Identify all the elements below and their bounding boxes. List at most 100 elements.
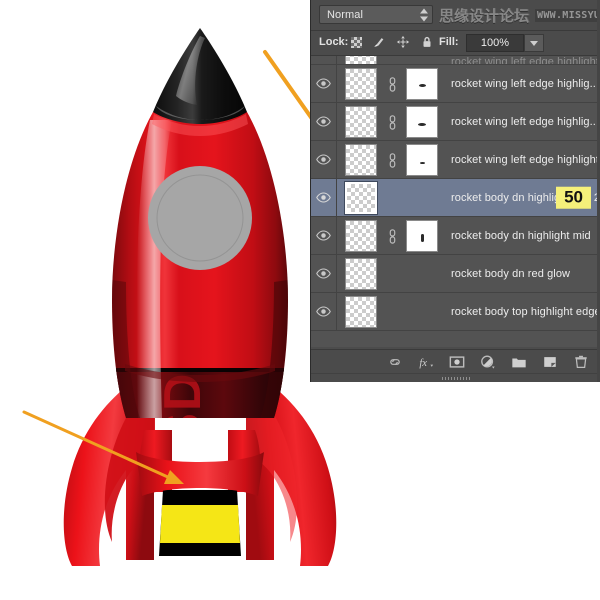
layer-visibility-toggle[interactable] xyxy=(311,103,337,140)
layer-visibility-toggle[interactable] xyxy=(311,141,337,178)
grip-dots-icon xyxy=(442,377,470,380)
delete-layer-icon[interactable] xyxy=(573,354,589,370)
layer-thumbnail-cell[interactable] xyxy=(337,255,385,292)
add-layer-mask-icon[interactable] xyxy=(449,354,465,370)
layer-row[interactable]: rocket wing left edge highlig... xyxy=(311,65,600,103)
layer-mask-cell[interactable] xyxy=(399,65,445,102)
link-mask-icon xyxy=(388,114,397,130)
layer-mask-cell[interactable] xyxy=(399,217,445,254)
watermark-url-text: WWW.MISSYUAN.COM xyxy=(535,9,600,22)
fill-dropdown-button[interactable] xyxy=(524,34,544,52)
layer-name: rocket wing left edge highlig... xyxy=(445,116,600,128)
svg-text:fx: fx xyxy=(419,358,427,369)
layer-row-selected[interactable]: rocket body dn highlight mid 2 50 xyxy=(311,179,600,217)
photoshop-screenshot: PSD xyxy=(0,0,600,600)
layer-thumbnail xyxy=(345,182,377,214)
layer-mask-thumbnail xyxy=(406,68,438,100)
layers-panel: Normal 思缘设计论坛 WWW.MISSYUAN.COM Lock: xyxy=(310,0,600,382)
layer-link-cell xyxy=(385,179,399,216)
layer-visibility-toggle[interactable] xyxy=(311,179,337,216)
rocket-skirt xyxy=(136,452,264,496)
stepper-arrows-icon[interactable] xyxy=(419,8,428,21)
layer-mask-cell xyxy=(399,179,445,216)
layer-row[interactable]: rocket wing left edge highlig... xyxy=(311,103,600,141)
layer-visibility-toggle[interactable] xyxy=(311,65,337,102)
layer-visibility-toggle[interactable] xyxy=(311,56,337,64)
layer-link-cell[interactable] xyxy=(385,56,399,64)
opacity-annotation-badge: 50 xyxy=(556,186,591,209)
rocket-porthole xyxy=(148,166,252,270)
rocket-nozzle-yellow-band xyxy=(160,505,240,543)
fill-value-input[interactable]: 100% xyxy=(466,34,524,52)
layer-thumbnail xyxy=(345,106,377,138)
layer-row[interactable]: rocket wing left edge highlight xyxy=(311,141,600,179)
layer-link-cell[interactable] xyxy=(385,103,399,140)
canvas-area: PSD xyxy=(0,0,310,600)
eye-icon xyxy=(316,268,331,279)
lock-position-icon[interactable] xyxy=(396,35,410,49)
watermark-chinese-text: 思缘设计论坛 xyxy=(439,5,529,26)
eye-icon xyxy=(316,78,331,89)
layer-row[interactable]: rocket wing left edge highlight up... xyxy=(311,56,600,65)
eye-icon xyxy=(316,192,331,203)
layer-thumbnail-cell[interactable] xyxy=(337,293,385,330)
layer-thumbnail-cell[interactable] xyxy=(337,217,385,254)
watermark: 思缘设计论坛 WWW.MISSYUAN.COM xyxy=(439,2,600,28)
layer-thumbnail xyxy=(345,258,377,290)
eye-icon xyxy=(316,230,331,241)
layer-name: rocket wing left edge highlight xyxy=(445,154,600,166)
eye-icon xyxy=(316,116,331,127)
layer-link-cell[interactable] xyxy=(385,141,399,178)
layer-thumbnail-cell[interactable] xyxy=(337,103,385,140)
new-layer-icon[interactable] xyxy=(542,354,558,370)
layer-mask-thumbnail xyxy=(406,220,438,252)
layer-visibility-toggle[interactable] xyxy=(311,217,337,254)
layer-mask-thumbnail xyxy=(406,106,438,138)
layer-mask-cell[interactable] xyxy=(399,103,445,140)
layer-thumbnail xyxy=(345,296,377,328)
lock-transparent-pixels-icon[interactable] xyxy=(351,37,362,48)
layer-name: rocket wing left edge highlight up... xyxy=(445,56,600,65)
new-group-icon[interactable] xyxy=(511,354,527,370)
link-mask-icon xyxy=(388,152,397,168)
layer-mask-thumbnail xyxy=(406,144,438,176)
layer-thumbnail-cell[interactable] xyxy=(337,141,385,178)
layer-name: rocket wing left edge highlig... xyxy=(445,78,600,90)
layer-thumbnail xyxy=(345,220,377,252)
layer-mask-cell xyxy=(399,255,445,292)
lock-icons-group xyxy=(351,35,434,49)
layer-link-cell[interactable] xyxy=(385,217,399,254)
link-mask-icon xyxy=(388,228,397,244)
layers-panel-topbar: Normal 思缘设计论坛 WWW.MISSYUAN.COM xyxy=(311,0,600,31)
layer-link-cell[interactable] xyxy=(385,65,399,102)
link-layers-icon[interactable] xyxy=(387,354,403,370)
layer-row[interactable]: rocket body top highlight edge up mid xyxy=(311,293,600,331)
layer-link-cell xyxy=(385,293,399,330)
lock-all-icon[interactable] xyxy=(420,35,434,49)
layer-name: rocket body dn red glow xyxy=(445,268,600,280)
layer-thumbnail xyxy=(345,68,377,100)
layer-mask-cell[interactable] xyxy=(399,56,445,64)
layer-thumbnail-cell[interactable] xyxy=(337,56,385,64)
layer-mask-cell xyxy=(399,293,445,330)
lock-image-pixels-icon[interactable] xyxy=(372,35,386,49)
layer-visibility-toggle[interactable] xyxy=(311,255,337,292)
blend-mode-select[interactable]: Normal xyxy=(319,5,433,24)
layer-link-cell xyxy=(385,255,399,292)
layer-row[interactable]: rocket body dn highlight mid xyxy=(311,217,600,255)
layer-thumbnail-cell[interactable] xyxy=(337,65,385,102)
layer-visibility-toggle[interactable] xyxy=(311,293,337,330)
layer-mask-cell[interactable] xyxy=(399,141,445,178)
eye-icon xyxy=(316,306,331,317)
new-adjustment-layer-icon[interactable] xyxy=(480,354,496,370)
panel-resize-grip[interactable] xyxy=(311,373,600,382)
layer-row[interactable]: rocket body dn red glow xyxy=(311,255,600,293)
lock-label: Lock: xyxy=(319,36,348,48)
layer-list[interactable]: rocket wing left edge highlight up... xyxy=(311,56,600,347)
fill-label: Fill: xyxy=(439,36,459,48)
layer-name: rocket body dn highlight mid xyxy=(445,230,600,242)
layer-thumbnail-cell[interactable] xyxy=(337,179,385,216)
layer-style-fx-icon[interactable]: fx xyxy=(418,354,434,370)
layers-panel-bottom-toolbar: fx xyxy=(311,349,600,374)
link-mask-icon xyxy=(388,76,397,92)
